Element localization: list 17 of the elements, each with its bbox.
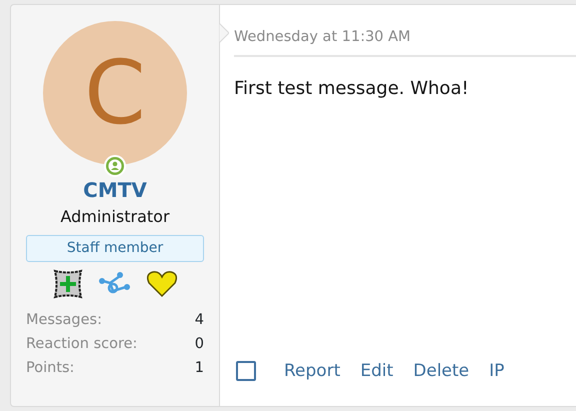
user-title: Administrator — [60, 206, 170, 228]
stat-value: 0 — [194, 335, 204, 354]
heart-icon — [146, 270, 178, 298]
stat-value: 4 — [194, 311, 204, 330]
action-link[interactable]: Edit — [360, 358, 394, 384]
username-link[interactable]: CMTV — [83, 177, 147, 203]
stat-value: 1 — [194, 359, 204, 378]
select-checkbox[interactable] — [236, 361, 256, 382]
action-link[interactable]: IP — [489, 358, 504, 384]
post-date[interactable]: Wednesday at 11:30 AM — [234, 5, 576, 57]
message-text: First test message. Whoa! — [234, 76, 470, 101]
stat-label: Points: — [26, 359, 74, 378]
stat-label: Reaction score: — [26, 335, 138, 354]
action-link[interactable]: Report — [284, 358, 340, 384]
staff-banner: Staff member — [26, 235, 204, 262]
stat-label: Messages: — [26, 311, 102, 330]
action-link[interactable]: Delete — [413, 358, 470, 384]
